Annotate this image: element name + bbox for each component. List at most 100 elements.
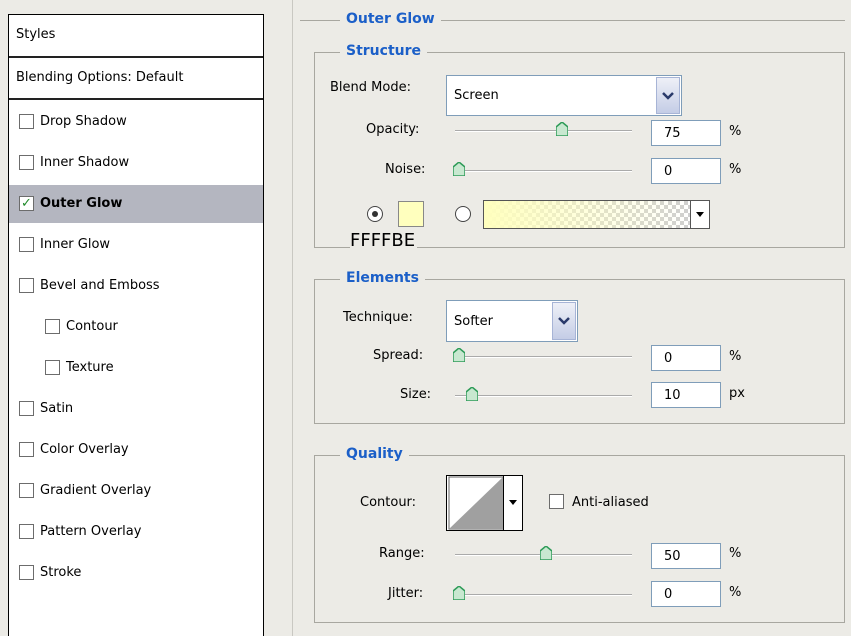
- style-item[interactable]: Texture: [9, 349, 263, 387]
- gradient-radio[interactable]: [455, 206, 471, 222]
- technique-value: Softer: [454, 314, 493, 329]
- styles-header: Styles: [9, 15, 263, 58]
- spread-unit: %: [729, 349, 742, 364]
- range-value: 50: [664, 549, 681, 564]
- size-input[interactable]: 10: [651, 382, 721, 408]
- style-item[interactable]: Contour: [9, 308, 263, 346]
- outer-glow-title: Outer Glow: [340, 11, 441, 27]
- style-item[interactable]: Satin: [9, 390, 263, 428]
- opacity-slider-thumb[interactable]: [554, 121, 569, 137]
- jitter-slider-thumb[interactable]: [452, 585, 466, 601]
- size-label: Size:: [400, 387, 432, 402]
- jitter-unit: %: [729, 585, 742, 600]
- style-item[interactable]: Inner Shadow: [9, 144, 263, 182]
- style-item[interactable]: Stroke: [9, 554, 263, 592]
- blend-mode-value: Screen: [454, 88, 499, 103]
- style-item[interactable]: Drop Shadow: [9, 103, 263, 141]
- anti-aliased-checkbox[interactable]: [549, 494, 564, 509]
- noise-slider-track[interactable]: [455, 170, 632, 172]
- blend-mode-select[interactable]: Screen: [446, 75, 682, 116]
- radio-dot: [372, 211, 378, 217]
- style-checkbox[interactable]: [19, 237, 34, 252]
- opacity-label: Opacity:: [366, 122, 420, 137]
- chevron-down-icon[interactable]: [552, 302, 576, 340]
- style-checkbox[interactable]: [45, 319, 60, 334]
- gradient-picker[interactable]: [483, 200, 710, 229]
- style-item-label: Texture: [66, 360, 114, 375]
- opacity-input[interactable]: 75: [651, 120, 721, 146]
- quality-title: Quality: [340, 446, 409, 462]
- spread-slider-thumb[interactable]: [452, 347, 466, 363]
- technique-label: Technique:: [343, 310, 413, 325]
- noise-label: Noise:: [385, 162, 426, 177]
- style-checkbox[interactable]: [19, 401, 34, 416]
- opacity-value: 75: [664, 126, 681, 141]
- size-value: 10: [664, 388, 681, 403]
- style-item-label: Inner Shadow: [40, 155, 130, 170]
- noise-slider-thumb[interactable]: [452, 161, 466, 177]
- style-checkbox[interactable]: ✓: [19, 196, 34, 211]
- style-item-label: Inner Glow: [40, 237, 111, 252]
- technique-select[interactable]: Softer: [446, 300, 578, 342]
- contour-label: Contour:: [360, 495, 417, 510]
- style-item-label: Satin: [40, 401, 74, 416]
- spread-label: Spread:: [373, 348, 424, 363]
- range-label: Range:: [379, 546, 425, 561]
- color-hex-caption: FFFFBE: [350, 230, 418, 251]
- caret-down-icon[interactable]: [503, 476, 522, 530]
- style-checkbox[interactable]: [45, 360, 60, 375]
- gradient-preview: [484, 201, 691, 228]
- jitter-input[interactable]: 0: [651, 581, 721, 607]
- style-item[interactable]: Gradient Overlay: [9, 472, 263, 510]
- style-item-label: Bevel and Emboss: [40, 278, 160, 293]
- style-item[interactable]: Pattern Overlay: [9, 513, 263, 551]
- jitter-slider-track[interactable]: [455, 594, 632, 596]
- structure-title: Structure: [340, 43, 428, 59]
- checkmark-icon: ✓: [21, 196, 32, 211]
- contour-picker[interactable]: [446, 475, 523, 531]
- style-item[interactable]: Bevel and Emboss: [9, 267, 263, 305]
- glow-color-swatch[interactable]: [398, 201, 424, 227]
- style-checkbox[interactable]: [19, 524, 34, 539]
- anti-aliased-label: Anti-aliased: [572, 495, 649, 510]
- style-checkbox[interactable]: [19, 278, 34, 293]
- styles-panel: Styles Blending Options: Default Drop Sh…: [8, 14, 264, 636]
- contour-linear-icon: [448, 476, 504, 530]
- range-input[interactable]: 50: [651, 543, 721, 569]
- style-checkbox[interactable]: [19, 483, 34, 498]
- style-item[interactable]: Inner Glow: [9, 226, 263, 264]
- style-checkbox[interactable]: [19, 565, 34, 580]
- style-item-label: Drop Shadow: [40, 114, 127, 129]
- style-item-label: Color Overlay: [40, 442, 129, 457]
- spread-input[interactable]: 0: [651, 345, 721, 371]
- opacity-slider-track[interactable]: [455, 130, 632, 132]
- style-checkbox[interactable]: [19, 442, 34, 457]
- noise-value: 0: [664, 164, 673, 179]
- size-slider-thumb[interactable]: [465, 386, 479, 402]
- jitter-value: 0: [664, 587, 673, 602]
- style-item-label: Contour: [66, 319, 118, 334]
- noise-unit: %: [729, 162, 742, 177]
- elements-title: Elements: [340, 270, 425, 286]
- style-checkbox[interactable]: [19, 155, 34, 170]
- blending-options-item[interactable]: Blending Options: Default: [9, 58, 263, 100]
- style-item[interactable]: Color Overlay: [9, 431, 263, 469]
- size-slider-track[interactable]: [455, 395, 632, 397]
- jitter-label: Jitter:: [388, 586, 424, 601]
- chevron-down-icon[interactable]: [656, 77, 680, 114]
- blend-mode-label: Blend Mode:: [330, 80, 411, 95]
- style-item-label: Stroke: [40, 565, 82, 580]
- noise-input[interactable]: 0: [651, 158, 721, 184]
- range-slider-thumb[interactable]: [538, 545, 553, 561]
- spread-slider-track[interactable]: [455, 356, 632, 358]
- style-checkbox[interactable]: [19, 114, 34, 129]
- style-item-label: Outer Glow: [40, 196, 123, 211]
- caret-down-icon[interactable]: [690, 201, 709, 228]
- size-unit: px: [729, 386, 745, 401]
- spread-value: 0: [664, 351, 673, 366]
- solid-color-radio[interactable]: [367, 206, 383, 222]
- range-unit: %: [729, 546, 742, 561]
- style-item-label: Gradient Overlay: [40, 483, 152, 498]
- style-item[interactable]: ✓ Outer Glow: [9, 185, 263, 223]
- panel-divider: [292, 0, 293, 636]
